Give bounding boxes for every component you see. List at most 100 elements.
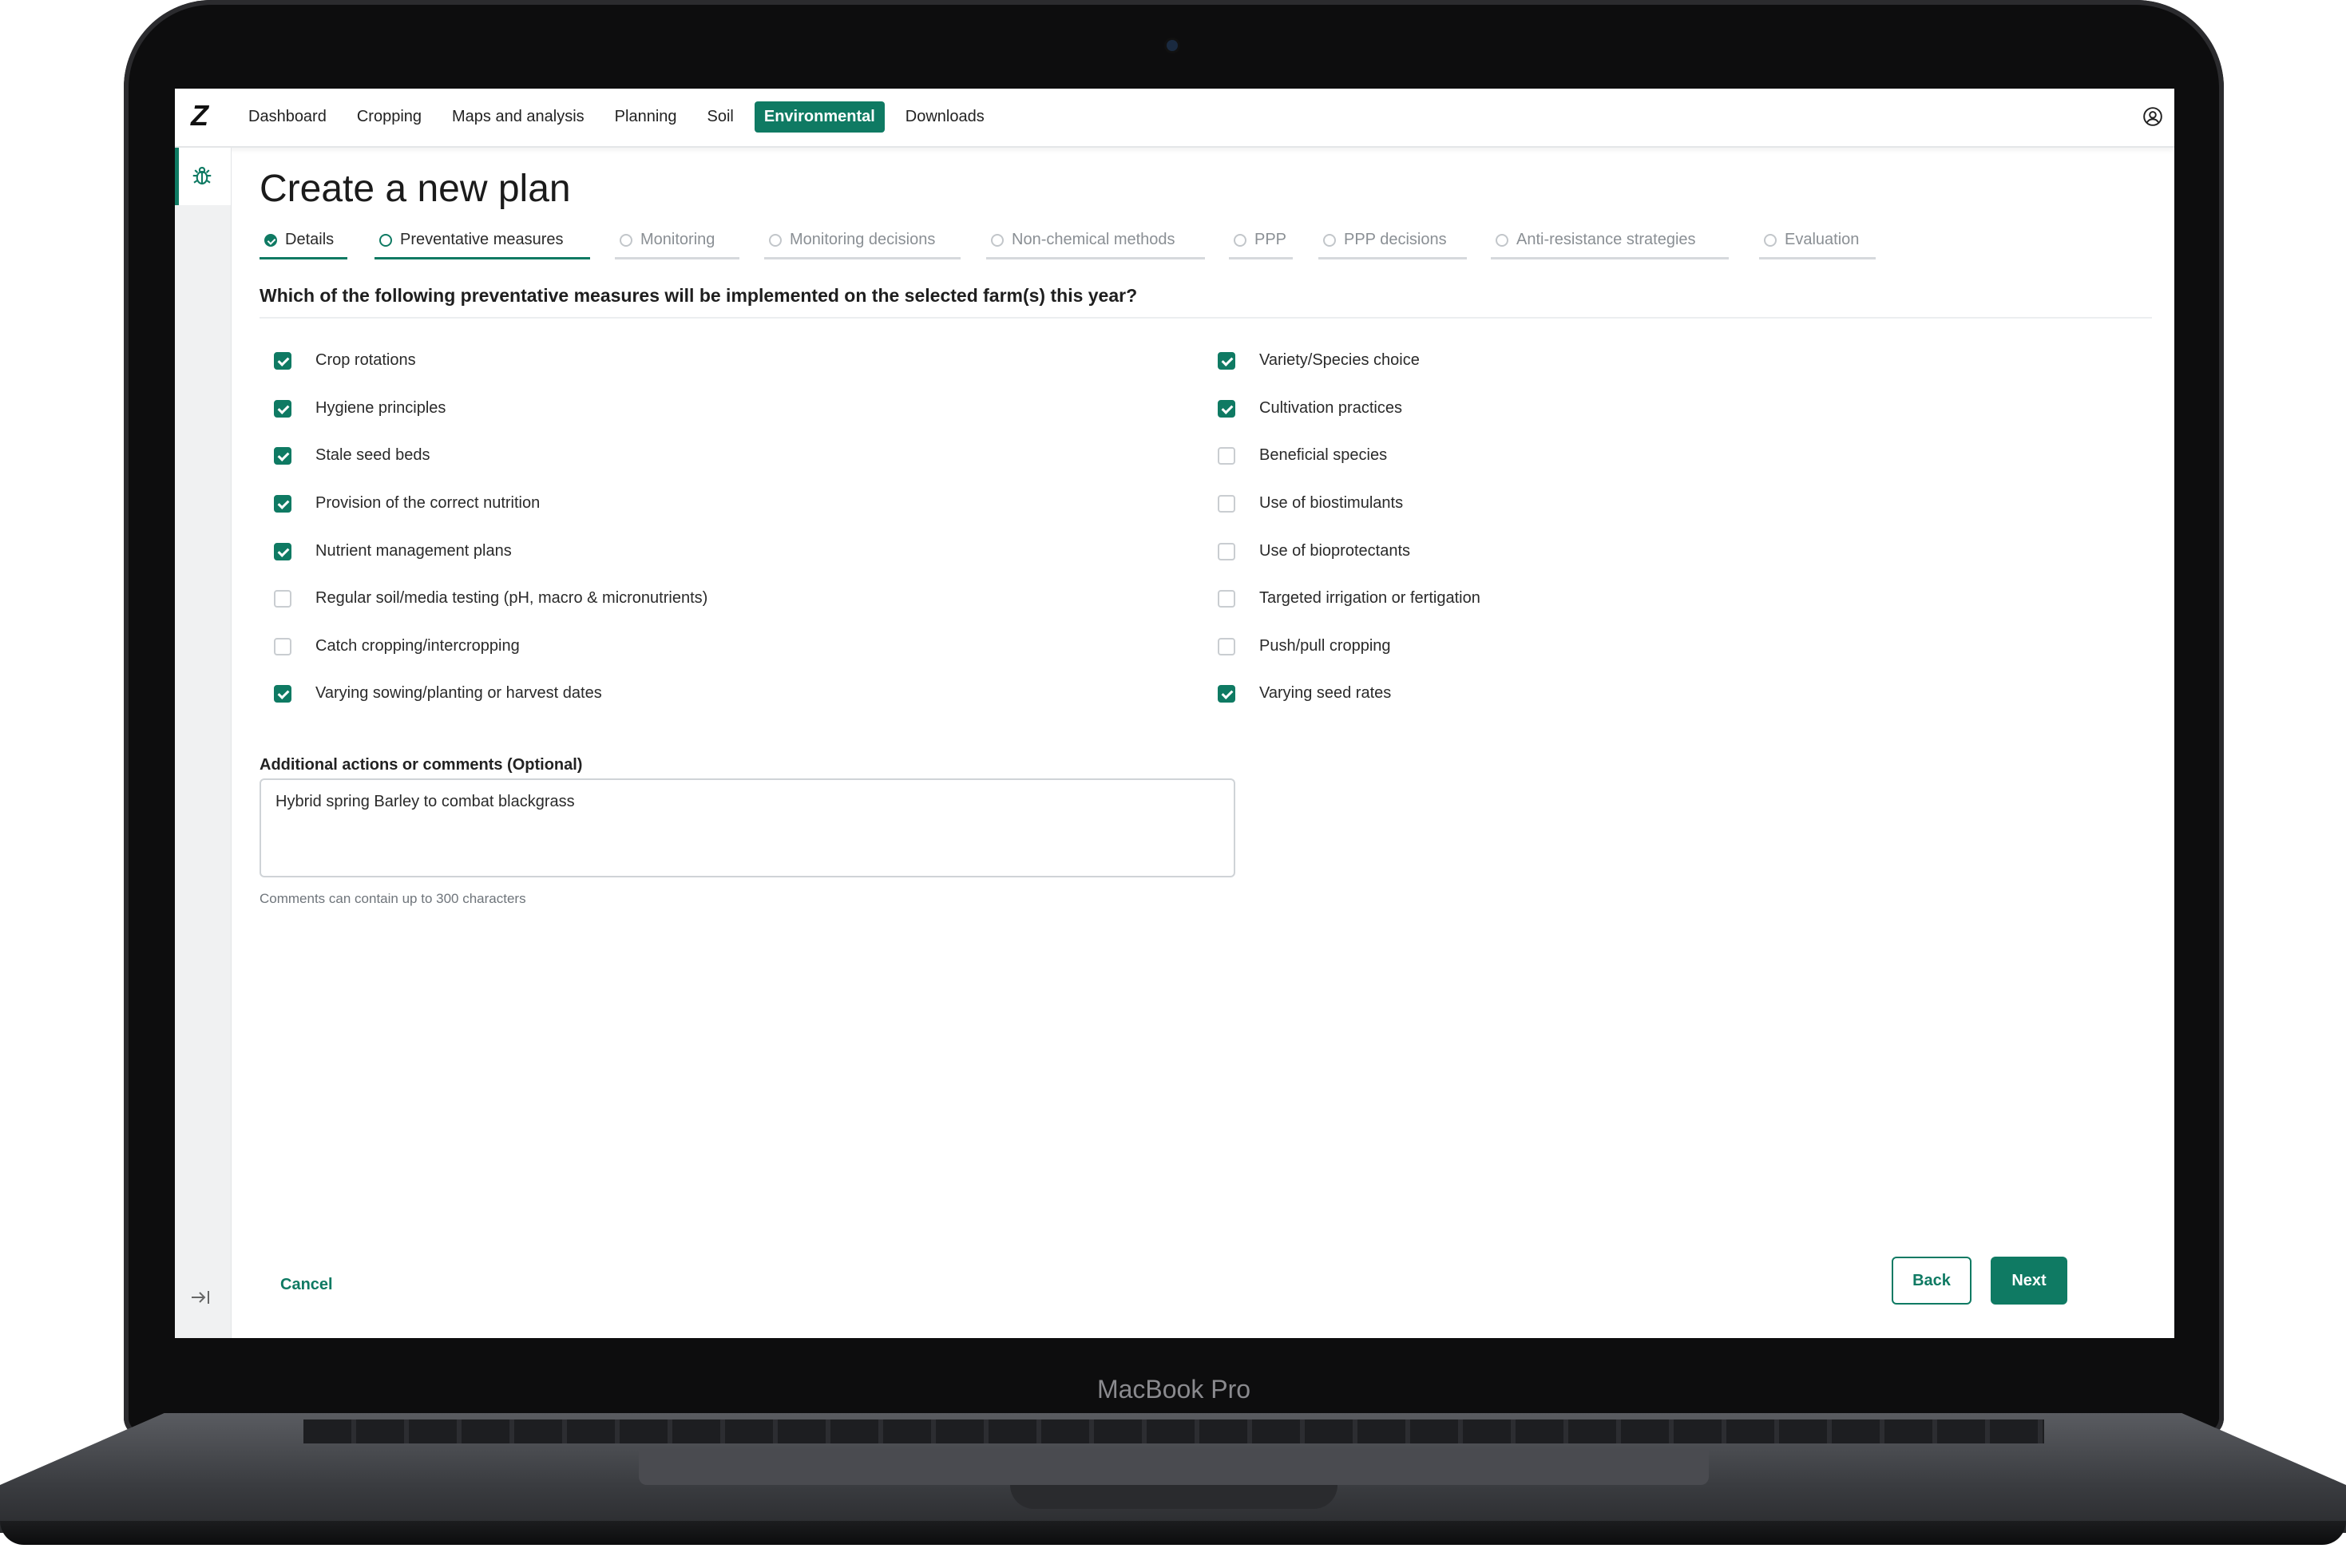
option-targeted-irrigation[interactable]: Targeted irrigation or fertigation: [1218, 589, 1480, 608]
step-pending-icon: [1323, 233, 1336, 247]
comments-label: Additional actions or comments (Optional…: [260, 756, 583, 774]
camera-icon: [1167, 40, 1178, 51]
option-nutrient-management-plans[interactable]: Nutrient management plans: [274, 542, 512, 560]
option-label: Nutrient management plans: [315, 542, 512, 560]
option-varying-sowing-dates[interactable]: Varying sowing/planting or harvest dates: [274, 684, 602, 703]
step-ppp-decisions[interactable]: PPP decisions: [1318, 223, 1467, 259]
nav-planning[interactable]: Planning: [605, 101, 687, 133]
step-evaluation[interactable]: Evaluation: [1759, 223, 1876, 259]
back-button[interactable]: Back: [1892, 1257, 1972, 1305]
checkbox[interactable]: [274, 637, 291, 655]
checkbox[interactable]: [274, 494, 291, 513]
option-label: Cultivation practices: [1259, 399, 1402, 417]
device-brand-label: MacBook Pro: [1096, 1375, 1251, 1404]
nav-environmental[interactable]: Environmental: [754, 101, 885, 133]
main-content: Create a new plan Details Preventative m…: [260, 148, 2152, 1338]
page-title: Create a new plan: [260, 168, 571, 210]
nav-maps-and-analysis[interactable]: Maps and analysis: [442, 101, 594, 133]
option-cultivation-practices[interactable]: Cultivation practices: [1218, 399, 1402, 418]
step-ppp[interactable]: PPP: [1229, 223, 1293, 259]
checkbox[interactable]: [1218, 637, 1235, 655]
step-pending-icon: [1764, 233, 1777, 247]
option-label: Crop rotations: [315, 351, 416, 369]
divider: [260, 317, 2152, 319]
option-label: Varying seed rates: [1259, 684, 1392, 702]
top-navigation-bar: Z Dashboard Cropping Maps and analysis P…: [175, 89, 2174, 148]
step-label: PPP decisions: [1344, 231, 1447, 248]
step-non-chemical-methods[interactable]: Non-chemical methods: [986, 223, 1205, 259]
option-label: Use of biostimulants: [1259, 494, 1404, 512]
checkbox[interactable]: [274, 542, 291, 560]
sidebar: [175, 148, 232, 1338]
checkbox[interactable]: [274, 446, 291, 465]
option-stale-seed-beds[interactable]: Stale seed beds: [274, 446, 430, 465]
option-hygiene-principles[interactable]: Hygiene principles: [274, 399, 446, 418]
expand-sidebar-icon[interactable]: [189, 1288, 213, 1307]
nav-cropping[interactable]: Cropping: [347, 101, 431, 133]
checkbox[interactable]: [274, 589, 291, 608]
step-label: Monitoring decisions: [790, 231, 936, 248]
option-catch-cropping[interactable]: Catch cropping/intercropping: [274, 637, 520, 655]
option-biostimulants[interactable]: Use of biostimulants: [1218, 494, 1403, 513]
step-pending-icon: [1496, 233, 1508, 247]
option-push-pull-cropping[interactable]: Push/pull cropping: [1218, 637, 1391, 655]
option-label: Push/pull cropping: [1259, 637, 1391, 655]
option-label: Provision of the correct nutrition: [315, 494, 541, 512]
step-label: Details: [285, 231, 335, 248]
keyboard: [303, 1420, 2044, 1443]
step-label: Anti-resistance strategies: [1516, 231, 1696, 248]
question-text: Which of the following preventative meas…: [260, 285, 1138, 306]
checkbox[interactable]: [274, 351, 291, 370]
main-nav: Dashboard Cropping Maps and analysis Pla…: [239, 101, 994, 133]
option-beneficial-species[interactable]: Beneficial species: [1218, 446, 1387, 465]
step-pending-icon: [620, 233, 632, 247]
option-soil-media-testing[interactable]: Regular soil/media testing (pH, macro & …: [274, 589, 707, 608]
checkbox[interactable]: [1218, 351, 1235, 370]
step-details[interactable]: Details: [260, 223, 347, 259]
option-correct-nutrition[interactable]: Provision of the correct nutrition: [274, 494, 540, 513]
laptop-bottom: [0, 1521, 2346, 1545]
step-pending-icon: [1234, 233, 1246, 247]
option-label: Beneficial species: [1259, 446, 1388, 464]
checkbox[interactable]: [1218, 399, 1235, 418]
option-label: Catch cropping/intercropping: [315, 637, 520, 655]
cancel-button[interactable]: Cancel: [280, 1276, 333, 1294]
nav-dashboard[interactable]: Dashboard: [239, 101, 336, 133]
laptop-notch: [1010, 1485, 1337, 1509]
trackpad: [639, 1449, 1709, 1485]
option-label: Hygiene principles: [315, 399, 446, 417]
checkbox[interactable]: [274, 684, 291, 703]
option-crop-rotations[interactable]: Crop rotations: [274, 351, 416, 370]
option-label: Variety/Species choice: [1259, 351, 1420, 369]
option-bioprotectants[interactable]: Use of bioprotectants: [1218, 542, 1410, 560]
checkbox[interactable]: [1218, 589, 1235, 608]
step-monitoring[interactable]: Monitoring: [615, 223, 739, 259]
option-label: Targeted irrigation or fertigation: [1259, 589, 1480, 607]
step-label: Preventative measures: [400, 231, 564, 248]
checkbox[interactable]: [1218, 494, 1235, 513]
checkbox[interactable]: [274, 399, 291, 418]
option-label: Varying sowing/planting or harvest dates: [315, 684, 602, 702]
nav-soil[interactable]: Soil: [698, 101, 743, 133]
nav-downloads[interactable]: Downloads: [896, 101, 994, 133]
option-varying-seed-rates[interactable]: Varying seed rates: [1218, 684, 1391, 703]
next-button[interactable]: Next: [1991, 1257, 2067, 1305]
step-pending-icon: [991, 233, 1004, 247]
comments-textarea[interactable]: Hybrid spring Barley to combat blackgras…: [260, 778, 1235, 877]
user-account-icon[interactable]: [2142, 106, 2163, 127]
app-logo[interactable]: Z: [191, 101, 220, 130]
comments-help-text: Comments can contain up to 300 character…: [260, 891, 526, 906]
sidebar-item-pest-management[interactable]: [175, 148, 231, 205]
step-label: Monitoring: [640, 231, 715, 248]
step-label: PPP: [1254, 231, 1287, 248]
checkbox[interactable]: [1218, 542, 1235, 560]
step-preventative-measures[interactable]: Preventative measures: [374, 223, 590, 259]
checkbox[interactable]: [1218, 446, 1235, 465]
step-monitoring-decisions[interactable]: Monitoring decisions: [764, 223, 961, 259]
option-label: Regular soil/media testing (pH, macro & …: [315, 589, 708, 607]
bug-icon: [192, 166, 212, 185]
option-variety-species-choice[interactable]: Variety/Species choice: [1218, 351, 1420, 370]
step-anti-resistance-strategies[interactable]: Anti-resistance strategies: [1491, 223, 1729, 259]
screen: Z Dashboard Cropping Maps and analysis P…: [175, 89, 2174, 1338]
checkbox[interactable]: [1218, 684, 1235, 703]
